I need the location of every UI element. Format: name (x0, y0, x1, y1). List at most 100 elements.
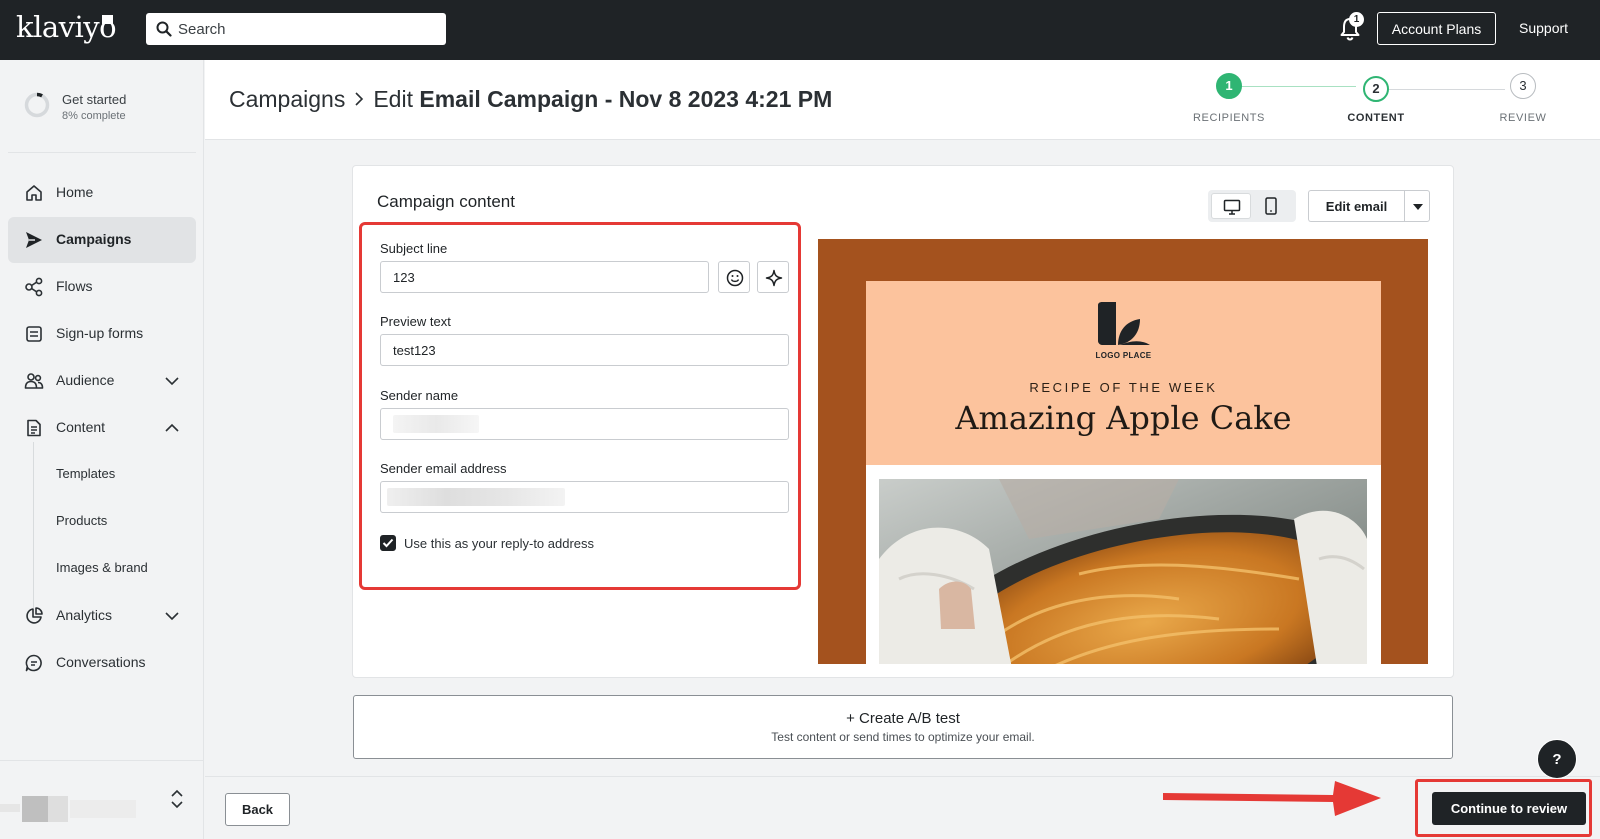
footer-bar: Back (205, 776, 1600, 839)
redacted-value (387, 488, 565, 506)
audience-icon (24, 373, 44, 389)
search-input[interactable] (178, 13, 438, 45)
page-header: Campaigns Edit Email Campaign - Nov 8 202… (205, 60, 1600, 140)
sidebar-item-campaigns[interactable]: Campaigns (8, 217, 196, 263)
emoji-icon (726, 269, 744, 287)
sidebar-item-home[interactable]: Home (8, 170, 196, 216)
sidebar-subitem-images-brand[interactable]: Images & brand (8, 546, 196, 590)
sidebar-item-label: Campaigns (56, 231, 132, 247)
caret-down-icon (1413, 204, 1423, 210)
breadcrumb: Campaigns Edit Email Campaign - Nov 8 202… (229, 86, 832, 113)
step-recipients-label: RECIPIENTS (1192, 112, 1265, 124)
sidebar-item-content[interactable]: Content (8, 405, 196, 451)
logo-placeholder-text: LOGO PLACE (1095, 351, 1152, 360)
step-recipients-circle[interactable]: 1 (1216, 73, 1242, 99)
reply-to-label[interactable]: Use this as your reply-to address (404, 536, 594, 551)
logo-flag-icon (102, 15, 113, 24)
sidebar-item-flows[interactable]: Flows (8, 264, 196, 310)
analytics-icon (26, 607, 43, 624)
step-review-circle[interactable]: 3 (1510, 73, 1536, 99)
sender-name-label: Sender name (380, 388, 459, 403)
top-bar: klaviyo 1 Account Plans Support (0, 0, 1600, 60)
sparkle-icon (765, 269, 783, 287)
account-plans-button[interactable]: Account Plans (1377, 12, 1496, 45)
account-switcher-redacted[interactable] (0, 794, 140, 822)
ab-test-subtitle: Test content or send times to optimize y… (771, 730, 1035, 744)
content-form-highlight: Subject line Preview text Sender name Se… (359, 222, 801, 590)
breadcrumb-campaigns-link[interactable]: Campaigns (229, 86, 345, 112)
chevron-down-icon[interactable] (164, 609, 180, 623)
ai-assist-button[interactable] (757, 261, 789, 293)
edit-email-button[interactable]: Edit email (1308, 190, 1404, 222)
preview-text-label: Preview text (380, 314, 451, 329)
sidebar-item-analytics[interactable]: Analytics (8, 593, 196, 639)
preview-text-input[interactable] (380, 334, 789, 366)
subject-line-input[interactable] (380, 261, 709, 293)
chat-icon (25, 654, 42, 672)
sender-email-label: Sender email address (380, 461, 507, 476)
email-preview-banner: LOGO PLACE RECIPE OF THE WEEK Amazing Ap… (866, 281, 1381, 465)
continue-to-review-button[interactable]: Continue to review (1432, 792, 1586, 825)
sidebar-item-label: Analytics (56, 607, 113, 623)
desktop-icon (1223, 199, 1241, 215)
sidebar-item-signup-forms[interactable]: Sign-up forms (8, 311, 196, 357)
sidebar-subitem-templates[interactable]: Templates (8, 452, 196, 496)
support-link[interactable]: Support (1519, 20, 1568, 36)
sender-name-input[interactable] (380, 408, 789, 440)
sidebar-item-audience[interactable]: Audience (8, 358, 196, 404)
flows-icon (25, 277, 43, 297)
sidebar-divider (8, 152, 196, 153)
create-ab-test-button[interactable]: + Create A/B test Test content or send t… (353, 695, 1453, 759)
form-icon (26, 326, 42, 342)
checkmark-icon (382, 538, 394, 548)
desktop-view-button[interactable] (1211, 193, 1251, 219)
sidebar-subitem-label: Templates (56, 466, 116, 481)
step-content-circle[interactable]: 2 (1363, 76, 1389, 102)
email-preview[interactable]: LOGO PLACE RECIPE OF THE WEEK Amazing Ap… (818, 239, 1428, 664)
campaign-content-card: Campaign content Subject line Preview te… (352, 165, 1454, 678)
mobile-view-icon[interactable] (1264, 197, 1278, 215)
send-icon (26, 232, 42, 248)
reply-to-checkbox[interactable] (380, 535, 396, 551)
subject-line-label: Subject line (380, 241, 448, 256)
sidebar-item-label: Content (56, 419, 106, 435)
email-kicker: RECIPE OF THE WEEK (1029, 380, 1218, 395)
redacted-value (393, 415, 479, 433)
sender-email-input[interactable] (380, 481, 789, 513)
step-content-label: CONTENT (1347, 112, 1405, 124)
card-title: Campaign content (377, 192, 515, 211)
step-connector (1381, 89, 1505, 90)
device-view-toggle (1208, 190, 1296, 222)
get-started-progress: 8% complete (62, 110, 126, 122)
content-icon (27, 419, 41, 437)
chevron-up-icon[interactable] (164, 421, 180, 435)
page-title: Email Campaign - Nov 8 2023 4:21 PM (419, 86, 833, 112)
emoji-button[interactable] (718, 261, 750, 293)
sidebar-item-label: Sign-up forms (56, 325, 144, 341)
search-icon (156, 21, 172, 37)
help-button[interactable]: ? (1537, 739, 1577, 779)
sidebar-subitem-label: Images & brand (56, 560, 148, 575)
breadcrumb-prefix: Edit (373, 86, 413, 112)
back-button[interactable]: Back (225, 793, 290, 826)
chevron-right-icon (345, 86, 373, 113)
apple-cake-photo (879, 479, 1367, 664)
sidebar-subitem-label: Products (56, 513, 108, 528)
sidebar-item-label: Home (56, 184, 94, 200)
search-box[interactable] (146, 13, 446, 45)
home-icon (26, 185, 42, 201)
sidebar-item-label: Conversations (56, 654, 146, 670)
step-connector (1234, 86, 1356, 87)
leaf-logo-icon (1098, 302, 1150, 345)
sidebar: Get started 8% complete Home Campaigns F… (0, 60, 204, 839)
expand-collapse-icon[interactable] (170, 788, 184, 810)
email-headline: Amazing Apple Cake (955, 399, 1292, 437)
sidebar-item-conversations[interactable]: Conversations (8, 640, 196, 686)
get-started-widget[interactable]: Get started 8% complete (24, 88, 194, 128)
edit-email-dropdown[interactable] (1404, 190, 1430, 222)
chevron-down-icon[interactable] (164, 374, 180, 388)
get-started-title: Get started (62, 92, 127, 107)
ab-test-title: + Create A/B test (846, 710, 960, 727)
sidebar-subitem-products[interactable]: Products (8, 499, 196, 543)
notification-badge: 1 (1349, 12, 1364, 27)
